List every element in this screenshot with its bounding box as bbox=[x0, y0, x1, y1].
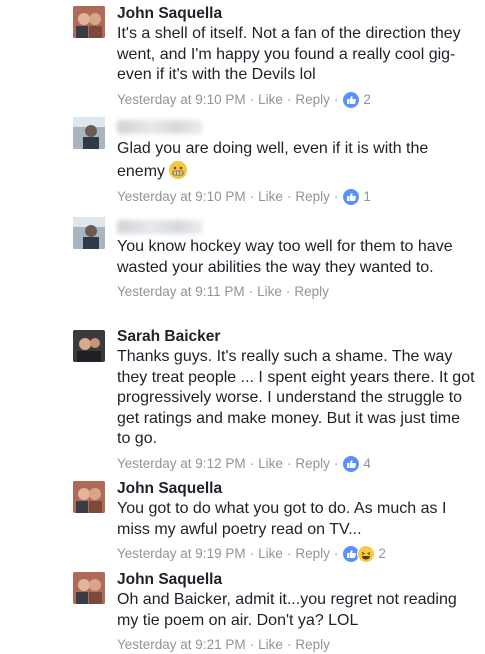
reaction-count[interactable]: 4 bbox=[363, 455, 371, 473]
comment-body: John Saquella You got to do what you got… bbox=[117, 479, 477, 564]
comment-meta: Yesterday at 9:10 PM · Like · Reply · 1 bbox=[117, 188, 477, 207]
separator: · bbox=[249, 546, 255, 562]
timestamp[interactable]: Yesterday at 9:21 PM bbox=[117, 636, 246, 654]
like-link[interactable]: Like bbox=[258, 455, 283, 473]
author-name[interactable]: John Saquella bbox=[117, 4, 477, 24]
comment-body: John Saquella It's a shell of itself. No… bbox=[117, 4, 477, 109]
separator: · bbox=[333, 455, 339, 471]
comment-text: Oh and Baicker, admit it...you regret no… bbox=[117, 591, 457, 629]
timestamp[interactable]: Yesterday at 9:11 PM bbox=[117, 283, 245, 301]
reply-link[interactable]: Reply bbox=[294, 283, 329, 301]
comment-meta: Yesterday at 9:11 PM · Like · Reply bbox=[117, 283, 477, 301]
author-name[interactable]: Sarah Baicker bbox=[117, 327, 477, 347]
grimacing-emoji-icon bbox=[169, 161, 188, 179]
comment-text: You know hockey way too well for them to… bbox=[117, 238, 453, 276]
author-name-blurred[interactable] bbox=[117, 220, 203, 234]
timestamp[interactable]: Yesterday at 9:19 PM bbox=[117, 545, 246, 563]
separator: · bbox=[249, 91, 255, 107]
like-link[interactable]: Like bbox=[258, 91, 283, 109]
separator: · bbox=[248, 284, 254, 299]
comment-body: John Saquella Oh and Baicker, admit it..… bbox=[117, 570, 477, 654]
author-name[interactable]: John Saquella bbox=[117, 570, 477, 590]
reaction-count[interactable]: 1 bbox=[363, 188, 371, 206]
comment-text-content: Glad you are doing well, even if it is w… bbox=[117, 140, 429, 180]
avatar[interactable] bbox=[73, 6, 105, 38]
separator: · bbox=[286, 189, 292, 205]
reaction-count[interactable]: 2 bbox=[378, 545, 386, 563]
like-link[interactable]: Like bbox=[258, 545, 283, 563]
reactions[interactable] bbox=[342, 454, 361, 473]
like-link[interactable]: Like bbox=[257, 283, 282, 301]
timestamp[interactable]: Yesterday at 9:10 PM bbox=[117, 91, 246, 109]
separator: · bbox=[249, 455, 255, 471]
comment-text: You got to do what you got to do. As muc… bbox=[117, 500, 447, 538]
reply-link[interactable]: Reply bbox=[295, 188, 330, 206]
author-name-blurred[interactable] bbox=[117, 120, 203, 134]
timestamp[interactable]: Yesterday at 9:10 PM bbox=[117, 188, 246, 206]
reply-link[interactable]: Reply bbox=[295, 91, 330, 109]
haha-reaction-icon bbox=[357, 545, 376, 564]
comment-body: You know hockey way too well for them to… bbox=[117, 217, 477, 301]
author-name[interactable]: John Saquella bbox=[117, 479, 477, 499]
reactions[interactable] bbox=[342, 545, 376, 564]
reactions[interactable] bbox=[342, 188, 361, 207]
avatar[interactable] bbox=[73, 481, 105, 513]
avatar[interactable] bbox=[73, 217, 105, 249]
comment-meta: Yesterday at 9:21 PM · Like · Reply bbox=[117, 636, 477, 654]
reply-link[interactable]: Reply bbox=[295, 636, 330, 654]
comment-meta: Yesterday at 9:10 PM · Like · Reply · 2 bbox=[117, 90, 477, 109]
separator: · bbox=[286, 455, 292, 471]
separator: · bbox=[286, 637, 292, 652]
like-link[interactable]: Like bbox=[258, 636, 283, 654]
comment-text: Thanks guys. It's really such a shame. T… bbox=[117, 348, 475, 447]
separator: · bbox=[249, 189, 255, 205]
like-link[interactable]: Like bbox=[258, 188, 283, 206]
like-reaction-icon bbox=[342, 188, 361, 207]
reactions[interactable] bbox=[342, 90, 361, 109]
like-reaction-icon bbox=[342, 454, 361, 473]
reply-link[interactable]: Reply bbox=[295, 545, 330, 563]
separator: · bbox=[333, 91, 339, 107]
like-reaction-icon bbox=[342, 90, 361, 109]
avatar[interactable] bbox=[73, 572, 105, 604]
timestamp[interactable]: Yesterday at 9:12 PM bbox=[117, 455, 246, 473]
reaction-count[interactable]: 2 bbox=[363, 91, 371, 109]
comment-meta: Yesterday at 9:12 PM · Like · Reply · 4 bbox=[117, 454, 477, 473]
avatar[interactable] bbox=[73, 330, 105, 362]
comment-text: It's a shell of itself. Not a fan of the… bbox=[117, 25, 461, 83]
comment-text: Glad you are doing well, even if it is w… bbox=[117, 137, 477, 183]
comment-meta: Yesterday at 9:19 PM · Like · Reply · 2 bbox=[117, 545, 477, 564]
avatar[interactable] bbox=[73, 117, 105, 149]
separator: · bbox=[286, 546, 292, 562]
comment-body: Glad you are doing well, even if it is w… bbox=[117, 117, 477, 207]
separator: · bbox=[333, 189, 339, 205]
separator: · bbox=[286, 91, 292, 107]
comment-body: Sarah Baicker Thanks guys. It's really s… bbox=[117, 327, 477, 473]
separator: · bbox=[333, 546, 339, 562]
separator: · bbox=[285, 284, 291, 299]
separator: · bbox=[249, 637, 255, 652]
reply-link[interactable]: Reply bbox=[295, 455, 330, 473]
